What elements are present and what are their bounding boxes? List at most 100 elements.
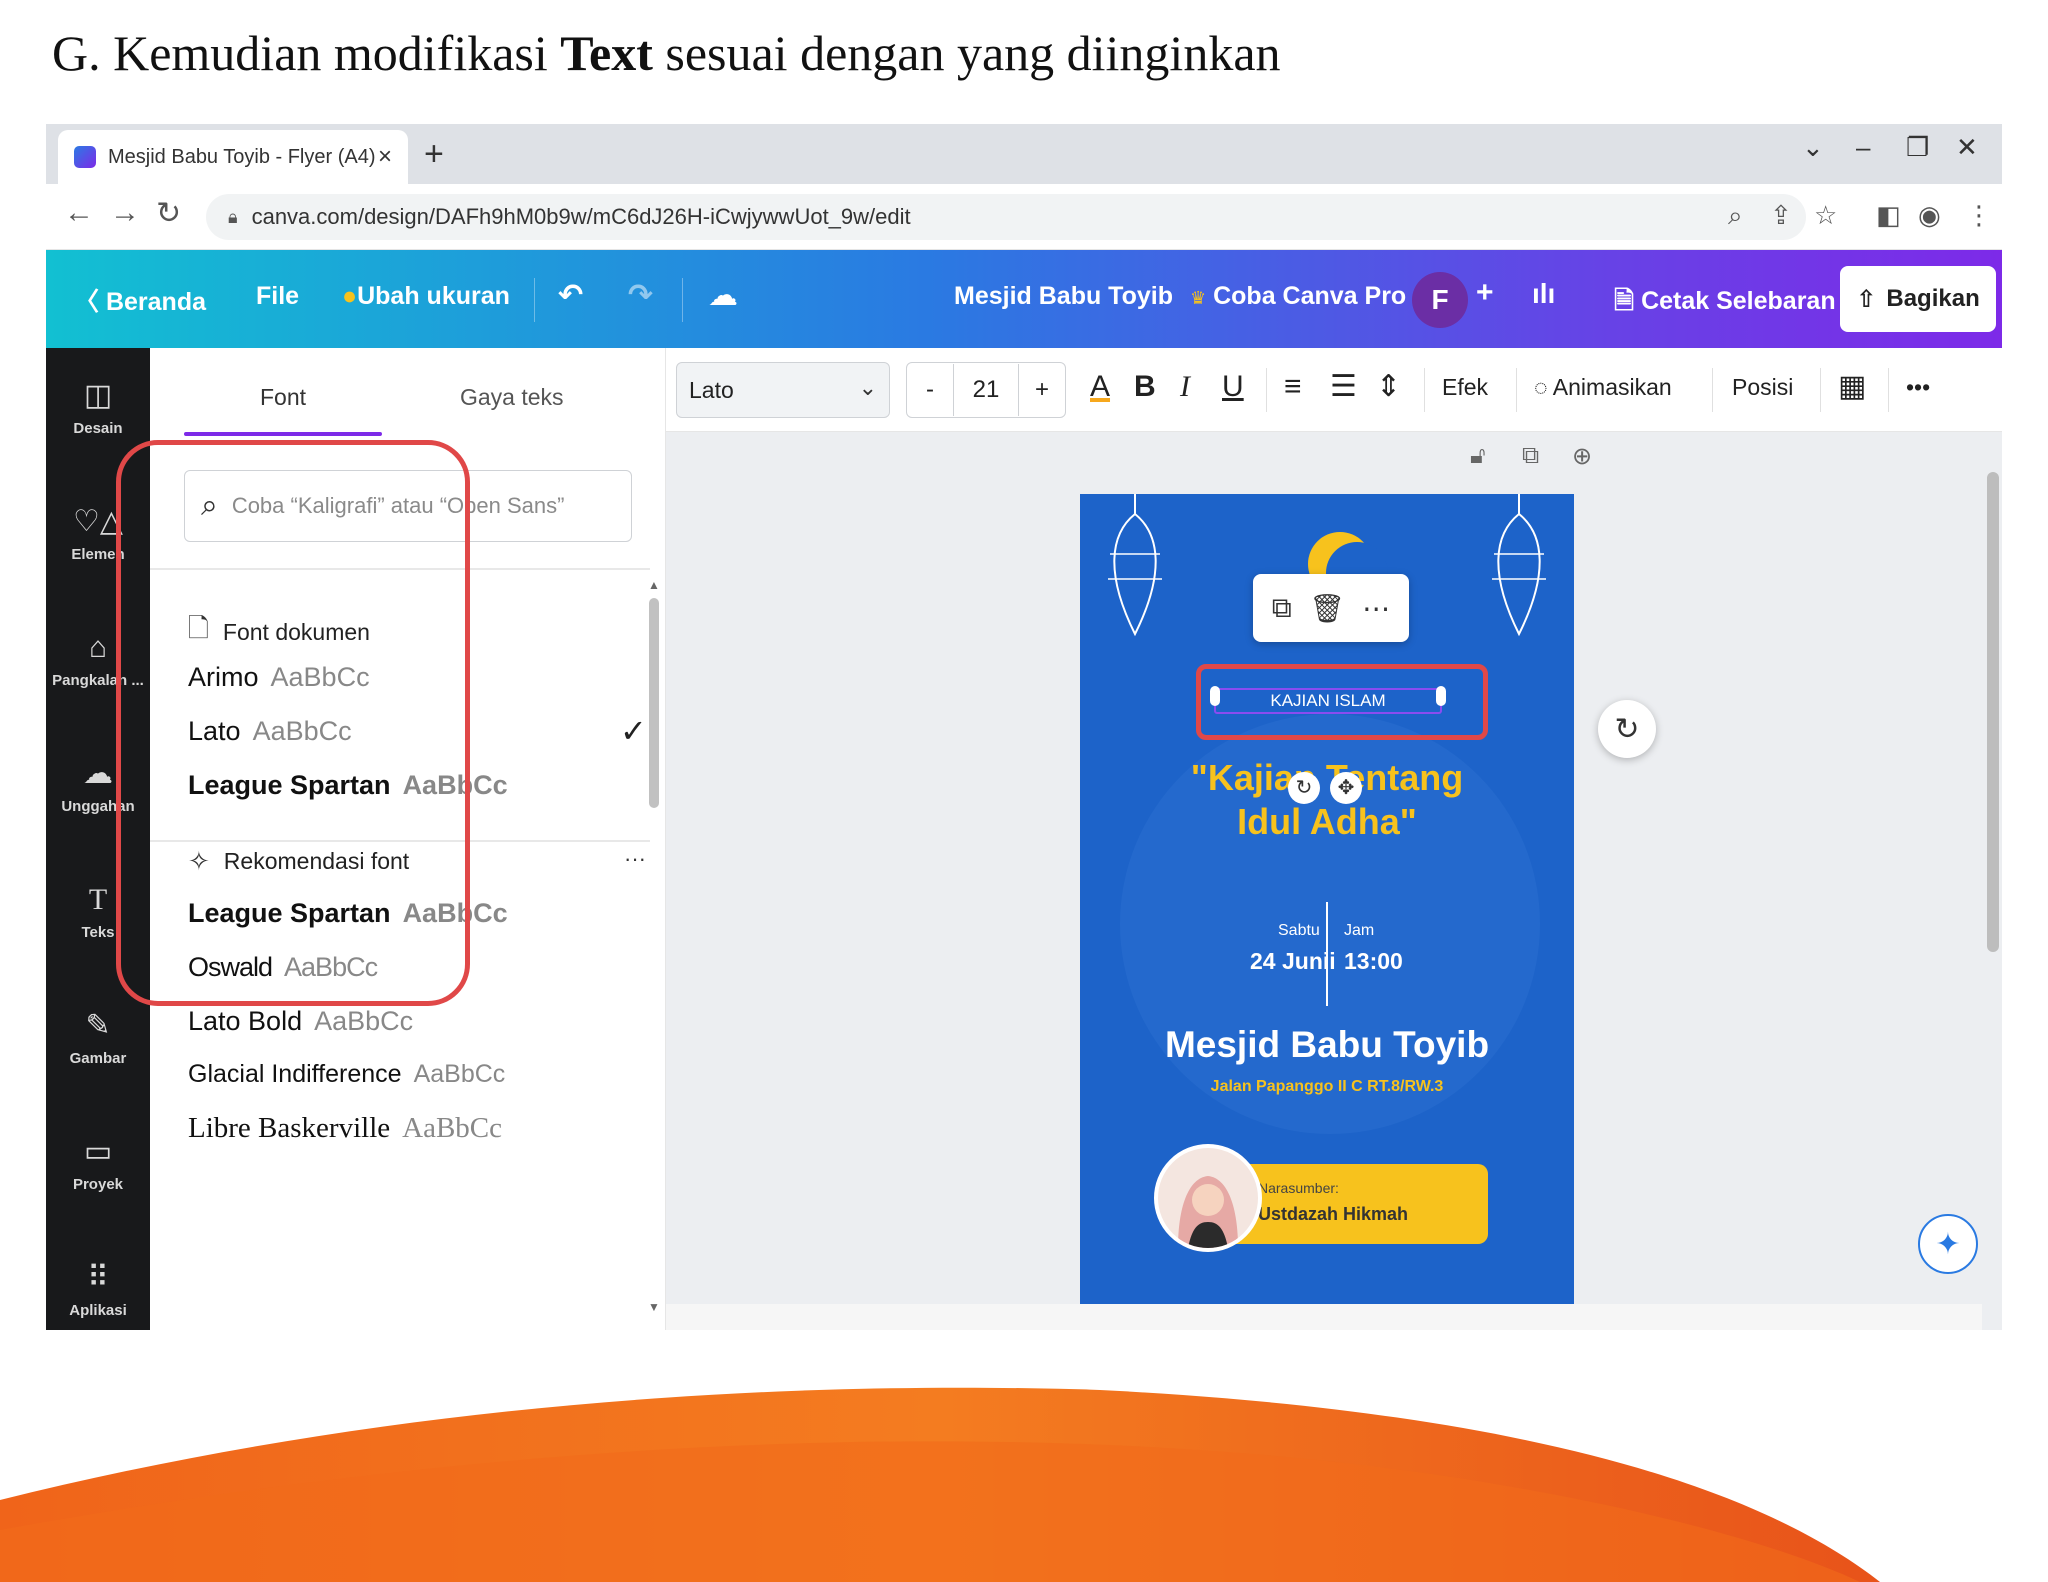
- toolbar-divider: [1266, 368, 1267, 412]
- rail-item-aplikasi[interactable]: ⠿ Aplikasi: [46, 1260, 150, 1319]
- speaker-avatar[interactable]: [1154, 1144, 1262, 1252]
- duplicate-page-icon[interactable]: ⧉: [1522, 442, 1539, 470]
- more-icon[interactable]: ⋯: [1362, 592, 1390, 625]
- bold-button[interactable]: B: [1134, 370, 1156, 404]
- resize-button[interactable]: ●Ubah ukuran: [342, 282, 510, 311]
- insights-chart-icon[interactable]: ılı: [1532, 278, 1555, 310]
- rail-label: Desain: [73, 420, 123, 437]
- new-tab-button[interactable]: +: [424, 136, 444, 172]
- rail-item-proyek[interactable]: ▭ Proyek: [46, 1134, 150, 1193]
- tab-font[interactable]: Font: [260, 384, 306, 411]
- position-button[interactable]: Posisi: [1732, 374, 1793, 401]
- panel-scrollbar[interactable]: ▲ ▼: [647, 578, 661, 1318]
- try-pro-label: Coba Canva Pro: [1213, 282, 1407, 310]
- decrease-size-button[interactable]: -: [907, 376, 953, 404]
- file-menu[interactable]: File: [256, 282, 299, 311]
- font-size-value[interactable]: 21: [953, 364, 1019, 416]
- page-heading: G. Kemudian modifikasi Text sesuai denga…: [52, 24, 1281, 82]
- tab-text-style[interactable]: Gaya teks: [460, 384, 564, 411]
- effects-button[interactable]: Efek: [1442, 374, 1488, 401]
- scroll-up-icon[interactable]: ▲: [647, 578, 661, 592]
- scroll-thumb[interactable]: [1987, 472, 1999, 952]
- align-center-icon[interactable]: ≡: [1284, 370, 1302, 404]
- print-button[interactable]: 🗎︎ Cetak Selebaran: [1614, 282, 1836, 325]
- rotate-icon[interactable]: ↻: [1288, 772, 1320, 804]
- active-tab-underline: [184, 432, 382, 436]
- line-spacing-icon[interactable]: ⇕: [1376, 370, 1401, 404]
- toolbar-divider: [1424, 368, 1425, 412]
- redo-icon[interactable]: ↷: [628, 278, 653, 313]
- font-family-value: Lato: [689, 376, 734, 403]
- font-name: Libre Baskerville: [188, 1112, 391, 1144]
- font-option-glacial-indifference[interactable]: Glacial Indifference AaBbCc: [188, 1060, 505, 1089]
- share-page-icon[interactable]: ⇪: [1770, 200, 1792, 231]
- add-page-icon[interactable]: ⊕: [1572, 442, 1592, 471]
- duplicate-icon[interactable]: ⧉: [1272, 592, 1292, 625]
- increase-size-button[interactable]: +: [1019, 376, 1065, 404]
- rail-item-gambar[interactable]: ✎ Gambar: [46, 1008, 150, 1067]
- lantern-left-icon: [1108, 494, 1162, 637]
- avatar[interactable]: F: [1412, 272, 1468, 328]
- heading-prefix: G. Kemudian modifikasi: [52, 25, 561, 81]
- home-button[interactable]: 〈 Beranda: [74, 282, 206, 318]
- font-sample: AaBbCc: [402, 1112, 502, 1144]
- canva-favicon-icon: [74, 146, 96, 168]
- orange-wave-decoration: [0, 1387, 1880, 1582]
- cloud-saved-icon[interactable]: ☁: [708, 278, 738, 313]
- browser-menu-icon[interactable]: ⋮: [1966, 200, 1992, 231]
- refresh-comment-icon[interactable]: ↻: [1598, 700, 1656, 758]
- rail-item-desain[interactable]: ◫ Desain: [46, 378, 150, 437]
- font-size-stepper[interactable]: - 21 +: [906, 362, 1066, 418]
- animate-button[interactable]: ◌ Animasikan: [1534, 374, 1672, 401]
- delete-trash-icon[interactable]: 🗑︎: [1309, 592, 1345, 625]
- reload-icon[interactable]: ↻: [156, 196, 181, 231]
- date-value: 24 Junii: [1250, 948, 1336, 974]
- list-icon[interactable]: ☰: [1330, 370, 1357, 404]
- header-divider: [682, 278, 683, 322]
- venue-address[interactable]: Jalan Papanggo II C RT.8/RW.3: [1080, 1078, 1574, 1096]
- minimize-icon[interactable]: –: [1856, 132, 1870, 163]
- font-option-lato-bold[interactable]: Lato Bold AaBbCc: [188, 1006, 413, 1037]
- font-option-libre-baskerville[interactable]: Libre Baskerville AaBbCc: [188, 1112, 502, 1145]
- lock-icon[interactable]: 🔓︎: [1470, 442, 1486, 470]
- underline-button[interactable]: U: [1222, 370, 1244, 404]
- magic-assistant-icon[interactable]: ✦: [1918, 1214, 1978, 1274]
- tab-search-icon[interactable]: ⌄: [1802, 132, 1824, 163]
- side-panel-icon[interactable]: ◧: [1876, 200, 1901, 231]
- element-context-toolbar: ⧉ 🗑︎ ⋯: [1253, 574, 1409, 642]
- add-member-icon[interactable]: +: [1476, 276, 1494, 310]
- transparency-icon[interactable]: ▦: [1838, 370, 1866, 404]
- zoom-icon[interactable]: ⌕: [1728, 200, 1743, 232]
- profile-icon[interactable]: ◉: [1918, 200, 1941, 231]
- print-label: Cetak Selebaran: [1641, 287, 1836, 315]
- font-list-highlight: [116, 440, 470, 1006]
- font-family-dropdown[interactable]: Lato ⌄: [676, 362, 890, 418]
- url-bar[interactable]: 🔒︎ canva.com/design/DAFh9hM0b9w/mC6dJ26H…: [206, 194, 1806, 240]
- font-sample: AaBbCc: [413, 1060, 506, 1088]
- move-icon[interactable]: ✥: [1330, 772, 1362, 804]
- try-pro-button[interactable]: ♛ Coba Canva Pro: [1190, 282, 1406, 311]
- forward-icon[interactable]: →: [110, 196, 140, 230]
- venue-name[interactable]: Mesjid Babu Toyib: [1080, 1024, 1574, 1066]
- text-toolbar: Lato ⌄ - 21 + A B I U ≡ ☰ ⇕ Efek ◌ Animas…: [666, 348, 2002, 432]
- scroll-thumb[interactable]: [649, 598, 659, 808]
- browser-tab[interactable]: Mesjid Babu Toyib - Flyer (A4) ×: [58, 130, 408, 184]
- scroll-down-icon[interactable]: ▼: [647, 1300, 661, 1314]
- canvas-scrollbar[interactable]: [1982, 432, 2002, 1312]
- more-options-icon[interactable]: ···: [624, 846, 646, 872]
- more-icon[interactable]: •••: [1906, 374, 1930, 401]
- italic-button[interactable]: I: [1180, 370, 1190, 404]
- tab-close-icon[interactable]: ×: [378, 143, 392, 171]
- restore-icon[interactable]: ❐: [1906, 132, 1929, 163]
- close-window-icon[interactable]: ✕: [1956, 132, 1978, 163]
- design-title[interactable]: Mesjid Babu Toyib: [954, 282, 1173, 311]
- bookmark-star-icon[interactable]: ☆: [1814, 200, 1837, 231]
- lock-icon: 🔒︎: [228, 206, 238, 227]
- text-color-icon[interactable]: A: [1090, 370, 1110, 404]
- draw-icon: ✎: [85, 1009, 111, 1042]
- date-time-block[interactable]: Sabtu 24 Junii Jam 13:00: [1080, 902, 1574, 1012]
- undo-icon[interactable]: ↶: [558, 278, 583, 313]
- share-button[interactable]: ⇧ Bagikan: [1840, 266, 1996, 332]
- back-icon[interactable]: ←: [64, 196, 94, 230]
- rail-label: Gambar: [69, 1050, 127, 1067]
